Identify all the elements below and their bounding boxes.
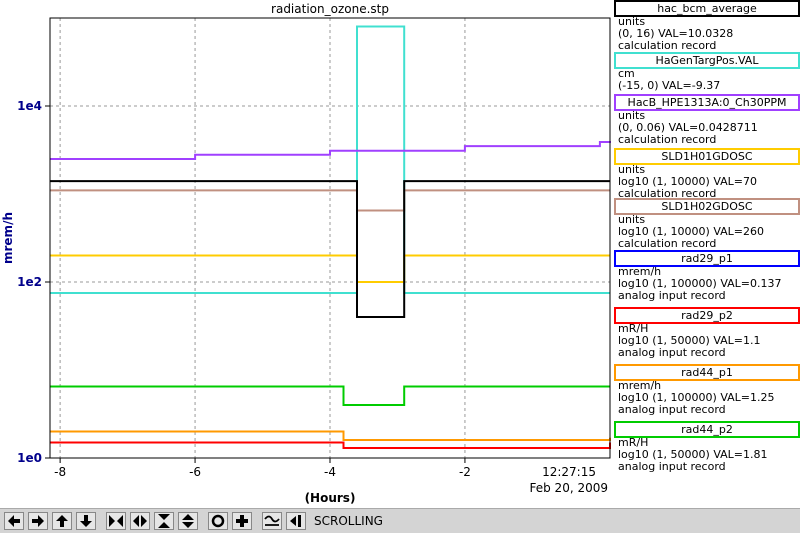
arrow-left-icon[interactable]	[4, 512, 24, 530]
legend-record: calculation record	[618, 237, 717, 250]
y-tick-label: 1e0	[17, 451, 42, 465]
zoom-plus-icon[interactable]	[232, 512, 252, 530]
legend-record: analog input record	[618, 403, 726, 416]
y-tick-label: 1e4	[17, 99, 42, 113]
legend-entry-sld1h02gdosc[interactable]: SLD1H02GDOSC units log10 (1, 10000) VAL=…	[614, 198, 800, 250]
scroll-mode-icon[interactable]	[286, 512, 306, 530]
end-time: 12:27:15	[542, 465, 596, 479]
legend-name[interactable]: HaGenTargPos.VAL	[614, 52, 800, 69]
legend-range: (-15, 0) VAL=-9.37	[618, 79, 721, 92]
legend-entry-sld1h01gdosc[interactable]: SLD1H01GDOSC units log10 (1, 10000) VAL=…	[614, 148, 800, 200]
x-axis-label: (Hours)	[305, 491, 356, 505]
scroll-status: SCROLLING	[314, 514, 383, 528]
y-tick-label: 1e2	[17, 275, 42, 289]
grid	[50, 18, 610, 459]
y-axis-label: mrem/h	[1, 212, 15, 264]
x-tick-label: -8	[54, 465, 66, 479]
arrow-down-icon[interactable]	[76, 512, 96, 530]
chart-title: radiation_ozone.stp	[271, 2, 389, 16]
legend-entry-rad44-p2[interactable]: rad44_p2 mR/H log10 (1, 50000) VAL=1.81 …	[614, 421, 800, 473]
legend-record: analog input record	[618, 289, 726, 302]
end-date: Feb 20, 2009	[530, 481, 609, 495]
toolbar: SCROLLING	[0, 508, 800, 533]
legend-record: calculation record	[618, 39, 717, 52]
arrow-up-icon[interactable]	[52, 512, 72, 530]
x-tick-label: -2	[459, 465, 471, 479]
zoom-out-vertical-icon[interactable]	[178, 512, 198, 530]
legend-panel: hac_bcm_average units (0, 16) VAL=10.032…	[614, 0, 800, 478]
legend-entry-rad29-p2[interactable]: rad29_p2 mR/H log10 (1, 50000) VAL=1.1 a…	[614, 307, 800, 359]
zoom-out-horizontal-icon[interactable]	[130, 512, 150, 530]
autoscale-icon[interactable]	[262, 512, 282, 530]
x-tick-label: -4	[324, 465, 336, 479]
legend-entry-hac-bcm-average[interactable]: hac_bcm_average units (0, 16) VAL=10.032…	[614, 0, 800, 52]
legend-record: calculation record	[618, 133, 717, 146]
legend-entry-rad29-p1[interactable]: rad29_p1 mrem/h log10 (1, 100000) VAL=0.…	[614, 250, 800, 302]
axes: -8 -6 -4 -2 1e0 1e2 1e4	[17, 99, 471, 479]
legend-entry-hpe1313a[interactable]: HacB_HPE1313A:0_Ch30PPM units (0, 0.06) …	[614, 94, 800, 146]
zoom-full-icon[interactable]	[208, 512, 228, 530]
strip-chart[interactable]: -8 -6 -4 -2 1e0 1e2 1e4 radiation_ozone.stp mr…	[0, 0, 614, 508]
legend-record: analog input record	[618, 346, 726, 359]
zoom-in-horizontal-icon[interactable]	[106, 512, 126, 530]
legend-record: analog input record	[618, 460, 726, 473]
zoom-in-vertical-icon[interactable]	[154, 512, 174, 530]
arrow-right-icon[interactable]	[28, 512, 48, 530]
x-tick-label: -6	[189, 465, 201, 479]
legend-entry-rad44-p1[interactable]: rad44_p1 mrem/h log10 (1, 100000) VAL=1.…	[614, 364, 800, 416]
